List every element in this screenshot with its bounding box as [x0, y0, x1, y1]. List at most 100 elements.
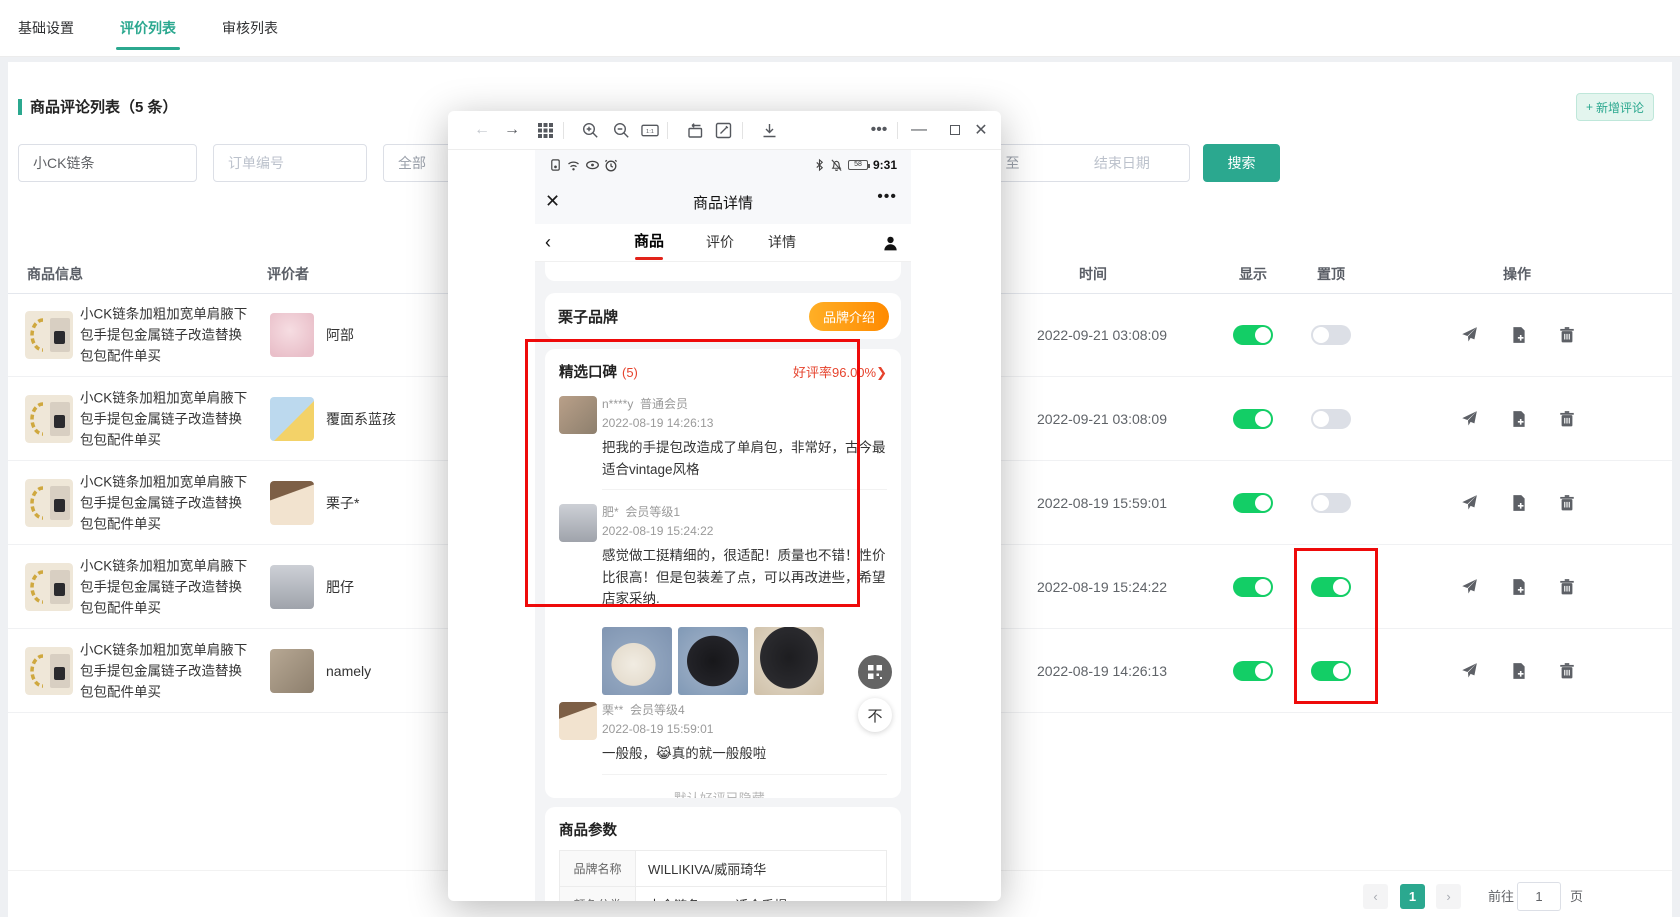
maximize-icon[interactable] — [946, 121, 964, 139]
pin-toggle[interactable] — [1311, 325, 1351, 345]
reviewer-avatar — [559, 702, 597, 740]
order-number-input[interactable] — [213, 144, 367, 182]
minimize-icon[interactable]: — — [910, 121, 928, 139]
keyword-input[interactable] — [18, 144, 197, 182]
reviews-card: 精选口碑 (5) 好评率96.00%❯ n****y 普通会员 2022-08-… — [545, 349, 901, 798]
review-time: 2022-09-21 03:08:09 — [1014, 411, 1190, 427]
grid-view-icon[interactable] — [536, 121, 554, 139]
show-toggle[interactable] — [1233, 409, 1273, 429]
zoom-in-icon[interactable] — [581, 121, 599, 139]
edit-icon[interactable] — [714, 121, 732, 139]
brand-intro-button[interactable]: 品牌介绍 — [809, 302, 889, 331]
reviewer-avatar — [270, 313, 314, 357]
phone-header: ✕ 商品详情 ••• — [535, 180, 911, 224]
col-header-product: 商品信息 — [27, 255, 83, 293]
product-thumbnail — [25, 311, 73, 359]
tab-audit-list[interactable]: 审核列表 — [218, 0, 282, 57]
search-button[interactable]: 搜索 — [1203, 144, 1280, 182]
page: 基础设置 评价列表 审核列表 商品评论列表（5 条） + 新增评论 全部 至 结… — [0, 0, 1680, 917]
reviewer-name: 栗子* — [326, 493, 359, 513]
qr-code-float-button[interactable] — [858, 655, 892, 689]
product-thumbnail — [25, 479, 73, 527]
page-button-1[interactable]: 1 — [1400, 884, 1425, 909]
dislike-float-button[interactable]: 不 — [858, 698, 892, 732]
col-header-show: 显示 — [1228, 255, 1278, 293]
export-icon[interactable] — [1510, 494, 1528, 512]
phone-page-title: 商品详情 — [535, 192, 911, 213]
phone-tab-details[interactable]: 详情 — [768, 224, 796, 262]
pin-toggle[interactable] — [1311, 409, 1351, 429]
review-time: 2022-08-19 15:24:22 — [1014, 579, 1190, 595]
review-photo[interactable] — [602, 627, 672, 695]
export-icon[interactable] — [1510, 662, 1528, 680]
tab-basic-settings[interactable]: 基础设置 — [14, 0, 78, 57]
tab-review-list[interactable]: 评价列表 — [116, 0, 180, 57]
phone-tab-reviews[interactable]: 评价 — [706, 224, 734, 262]
goto-label: 前往 — [1488, 884, 1514, 909]
show-toggle[interactable] — [1233, 661, 1273, 681]
reviewer-name: 肥仔 — [326, 577, 354, 597]
send-icon[interactable] — [1460, 494, 1478, 512]
product-title: 小CK链条加粗加宽单肩腋下包手提包金属链子改造替换包包配件单买 — [80, 303, 252, 366]
send-icon[interactable] — [1460, 410, 1478, 428]
hidden-reviews-note: 默认好评已隐藏~ — [559, 777, 887, 798]
product-thumbnail — [25, 647, 73, 695]
reviewer-avatar — [270, 481, 314, 525]
member-level: 普通会员 — [640, 397, 688, 411]
delete-icon[interactable] — [1558, 326, 1576, 344]
back-icon[interactable]: ← — [473, 121, 491, 139]
pin-toggle[interactable] — [1311, 661, 1351, 681]
wifi-icon — [566, 158, 581, 172]
show-toggle[interactable] — [1233, 577, 1273, 597]
product-title: 小CK链条加粗加宽单肩腋下包手提包金属链子改造替换包包配件单买 — [80, 639, 252, 702]
send-icon[interactable] — [1460, 578, 1478, 596]
show-toggle[interactable] — [1233, 325, 1273, 345]
top-tab-bar: 基础设置 评价列表 审核列表 — [0, 0, 1680, 57]
person-icon[interactable] — [882, 235, 899, 252]
delete-icon[interactable] — [1558, 662, 1576, 680]
review-text: 一般般，😹真的就一般般啦 — [602, 743, 887, 775]
reviewer-name: 肥* — [602, 505, 619, 519]
page-title: 商品评论列表（5 条） — [30, 96, 178, 117]
more-icon[interactable]: ••• — [877, 188, 897, 206]
delete-icon[interactable] — [1558, 578, 1576, 596]
add-review-button[interactable]: + 新增评论 — [1576, 93, 1654, 121]
export-icon[interactable] — [1510, 326, 1528, 344]
end-date-placeholder: 结束日期 — [1055, 153, 1189, 173]
send-icon[interactable] — [1460, 662, 1478, 680]
prev-page-button[interactable]: ‹ — [1363, 884, 1388, 909]
review-item: 肥* 会员等级1 2022-08-19 15:24:22 感觉做工挺精细的，很适… — [559, 503, 887, 619]
preview-toolbar: ← → 1:1 ••• — ✕ — [448, 111, 1001, 150]
alarm-icon — [604, 158, 618, 172]
reviewer-name: n****y — [602, 397, 633, 411]
product-title: 小CK链条加粗加宽单肩腋下包手提包金属链子改造替换包包配件单买 — [80, 471, 252, 534]
params-title: 商品参数 — [559, 819, 887, 840]
phone-tab-bar: ‹ 商品 评价 详情 — [535, 224, 911, 262]
more-icon[interactable]: ••• — [866, 121, 892, 139]
show-toggle[interactable] — [1233, 493, 1273, 513]
status-time: 9:31 — [873, 158, 897, 172]
review-photo[interactable] — [678, 627, 748, 695]
goto-page-input[interactable] — [1517, 882, 1561, 911]
positive-rate-link[interactable]: 好评率96.00%❯ — [793, 362, 887, 381]
phone-tab-product[interactable]: 商品 — [634, 224, 664, 262]
review-photo[interactable] — [754, 627, 824, 695]
send-icon[interactable] — [1460, 326, 1478, 344]
actual-size-icon[interactable]: 1:1 — [641, 121, 659, 139]
forward-icon[interactable]: → — [503, 121, 521, 139]
delete-icon[interactable] — [1558, 410, 1576, 428]
export-icon[interactable] — [1510, 410, 1528, 428]
zoom-out-icon[interactable] — [612, 121, 630, 139]
rotate-icon[interactable] — [687, 121, 705, 139]
delete-icon[interactable] — [1558, 494, 1576, 512]
close-icon[interactable]: ✕ — [972, 121, 990, 139]
pin-toggle[interactable] — [1311, 577, 1351, 597]
phone-content: 栗子品牌 品牌介绍 精选口碑 (5) 好评率96.00%❯ n****y 普通会… — [535, 262, 911, 901]
back-chevron-icon[interactable]: ‹ — [545, 232, 551, 253]
next-page-button[interactable]: › — [1436, 884, 1461, 909]
export-icon[interactable] — [1510, 578, 1528, 596]
member-level: 会员等级1 — [625, 505, 680, 519]
phone-preview: 58 9:31 ✕ 商品详情 ••• ‹ 商品 评价 详情 栗子品牌 — [535, 150, 911, 901]
pin-toggle[interactable] — [1311, 493, 1351, 513]
download-icon[interactable] — [760, 121, 778, 139]
